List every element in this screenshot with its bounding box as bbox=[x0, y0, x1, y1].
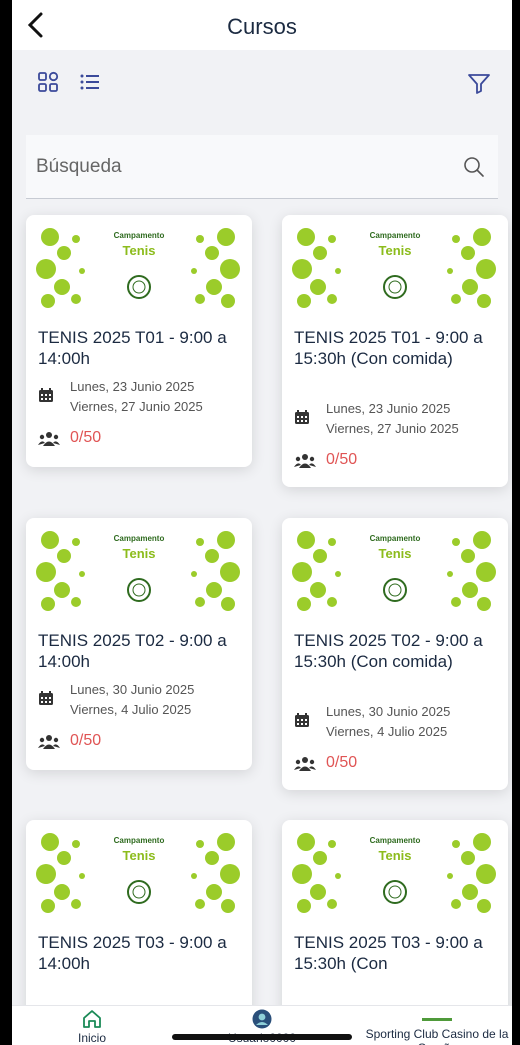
course-image: Campamento Tenis bbox=[36, 528, 242, 614]
calendar-icon bbox=[39, 388, 53, 402]
tab-club[interactable]: Sporting Club Casino de la Coruña bbox=[362, 1006, 512, 1045]
course-card[interactable]: Campamento Tenis TENIS 2025 T02 - 9:00 a… bbox=[26, 518, 252, 770]
course-image: Campamento Tenis bbox=[292, 225, 498, 311]
start-date: Lunes, 23 Junio 2025 bbox=[70, 379, 195, 394]
capacity-count: 0/50 bbox=[70, 732, 102, 749]
club-logo-icon bbox=[422, 1018, 452, 1021]
course-title: TENIS 2025 T02 - 9:00 a 15:30h (Con comi… bbox=[294, 631, 483, 671]
image-caption: Campamento bbox=[113, 231, 165, 240]
image-title: Tenis bbox=[122, 848, 156, 863]
end-date: Viernes, 4 Julio 2025 bbox=[70, 702, 192, 717]
image-caption: Campamento bbox=[369, 231, 421, 240]
image-caption: Campamento bbox=[113, 836, 165, 845]
date-range: Lunes, 30 Junio 2025 Viernes, 4 Julio 20… bbox=[294, 702, 500, 742]
image-title: Tenis bbox=[378, 243, 412, 258]
course-image: Campamento Tenis bbox=[292, 830, 498, 916]
people-icon bbox=[38, 735, 60, 749]
course-card[interactable]: Campamento Tenis TENIS 2025 T01 - 9:00 a… bbox=[282, 215, 508, 487]
course-title: TENIS 2025 T03 - 9:00 a 14:00h bbox=[38, 933, 227, 973]
home-indicator bbox=[172, 1034, 352, 1040]
course-image: Campamento Tenis bbox=[36, 830, 242, 916]
date-text: Lunes, 30 Junio 2025 Viernes, 4 Julio 20… bbox=[70, 680, 194, 720]
tab-club-label: Sporting Club Casino de la Coruña bbox=[365, 1027, 509, 1045]
people-icon bbox=[294, 757, 316, 771]
course-title: TENIS 2025 T02 - 9:00 a 14:00h bbox=[38, 631, 227, 671]
course-card[interactable]: Campamento Tenis TENIS 2025 T02 - 9:00 a… bbox=[282, 518, 508, 790]
calendar-icon bbox=[295, 713, 309, 727]
header: Cursos bbox=[12, 0, 512, 50]
image-caption: Campamento bbox=[369, 836, 421, 845]
date-text: Lunes, 23 Junio 2025 Viernes, 27 Junio 2… bbox=[326, 399, 459, 439]
tab-home-label: Inicio bbox=[77, 1031, 106, 1045]
tab-home[interactable]: Inicio bbox=[52, 1006, 132, 1045]
date-text: Lunes, 23 Junio 2025 Viernes, 27 Junio 2… bbox=[70, 377, 203, 417]
capacity-count: 0/50 bbox=[326, 451, 358, 468]
course-card[interactable]: Campamento Tenis TENIS 2025 T03 - 9:00 a… bbox=[26, 820, 252, 1020]
capacity-count: 0/50 bbox=[326, 754, 358, 771]
course-card[interactable]: Campamento Tenis TENIS 2025 T01 - 9:00 a… bbox=[26, 215, 252, 467]
start-date: Lunes, 23 Junio 2025 bbox=[326, 401, 451, 416]
image-title: Tenis bbox=[378, 848, 412, 863]
course-title: TENIS 2025 T01 - 9:00 a 14:00h bbox=[38, 328, 227, 368]
course-image: Campamento Tenis bbox=[36, 225, 242, 311]
main-content: Campamento Tenis TENIS 2025 T01 - 9:00 a… bbox=[12, 50, 512, 1020]
app-screen: Cursos Búsqueda Campamento Tenis TENIS 2… bbox=[12, 0, 512, 1045]
start-date: Lunes, 30 Junio 2025 bbox=[326, 704, 451, 719]
image-title: Tenis bbox=[122, 243, 156, 258]
date-range: Lunes, 30 Junio 2025 Viernes, 4 Julio 20… bbox=[38, 680, 244, 720]
image-title: Tenis bbox=[122, 546, 156, 561]
calendar-icon bbox=[295, 410, 309, 424]
image-title: Tenis bbox=[378, 546, 412, 561]
image-caption: Campamento bbox=[113, 534, 165, 543]
end-date: Viernes, 27 Junio 2025 bbox=[70, 399, 203, 414]
course-title: TENIS 2025 T01 - 9:00 a 15:30h (Con comi… bbox=[294, 328, 483, 368]
course-title: TENIS 2025 T03 - 9:00 a 15:30h (Con bbox=[294, 933, 483, 973]
people-icon bbox=[294, 454, 316, 468]
end-date: Viernes, 4 Julio 2025 bbox=[326, 724, 448, 739]
capacity-count: 0/50 bbox=[70, 429, 102, 446]
image-caption: Campamento bbox=[369, 534, 421, 543]
date-range: Lunes, 23 Junio 2025 Viernes, 27 Junio 2… bbox=[294, 399, 500, 439]
course-image: Campamento Tenis bbox=[292, 528, 498, 614]
page-title: Cursos bbox=[227, 14, 297, 39]
date-range: Lunes, 23 Junio 2025 Viernes, 27 Junio 2… bbox=[38, 377, 244, 417]
course-card[interactable]: Campamento Tenis TENIS 2025 T03 - 9:00 a… bbox=[282, 820, 508, 1020]
date-text: Lunes, 30 Junio 2025 Viernes, 4 Julio 20… bbox=[326, 702, 450, 742]
end-date: Viernes, 27 Junio 2025 bbox=[326, 421, 459, 436]
calendar-icon bbox=[39, 691, 53, 705]
home-icon bbox=[83, 1010, 101, 1028]
people-icon bbox=[38, 432, 60, 446]
user-avatar-icon bbox=[252, 1009, 272, 1029]
course-grid: Campamento Tenis TENIS 2025 T01 - 9:00 a… bbox=[12, 50, 512, 1020]
start-date: Lunes, 30 Junio 2025 bbox=[70, 682, 195, 697]
